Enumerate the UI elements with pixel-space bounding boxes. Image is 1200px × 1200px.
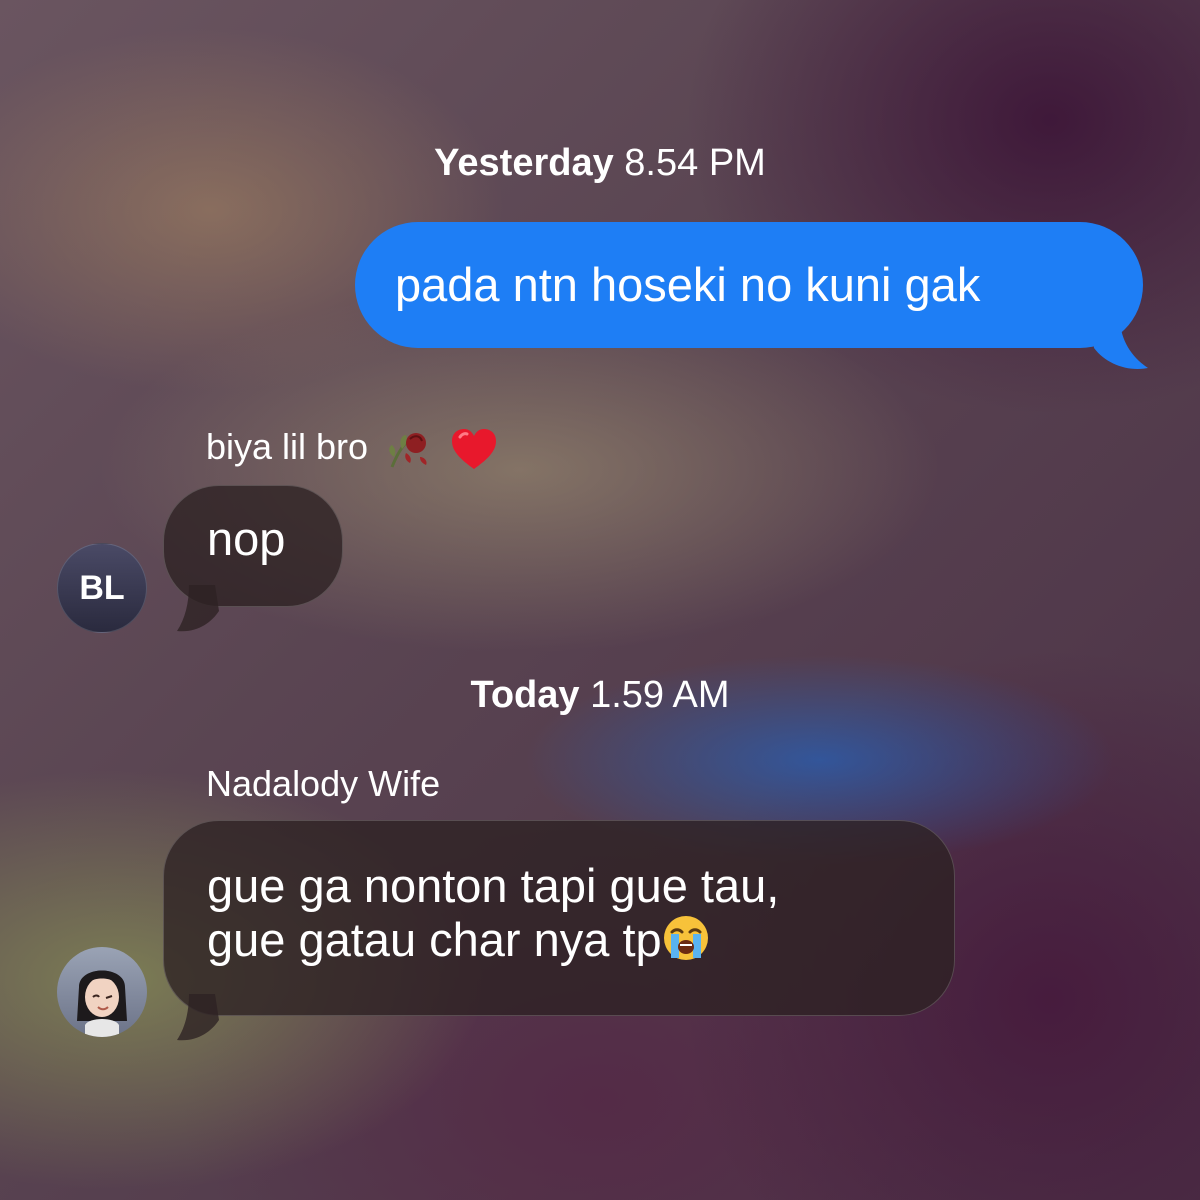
sender-name-row: Nadalody Wife xyxy=(206,764,440,804)
message-text-line: gue ga nonton tapi gue tau, xyxy=(207,859,780,912)
wilted-rose-emoji xyxy=(389,433,427,469)
sender-name-row: biya lil bro xyxy=(206,427,498,471)
message-text: pada ntn hoseki no kuni gak xyxy=(395,258,981,311)
timestamp-day: Yesterday xyxy=(434,142,614,184)
message-text-line: gue gatau char nya tp xyxy=(207,913,662,966)
memoji-avatar[interactable] xyxy=(57,947,147,1037)
outgoing-message-bubble[interactable]: pada ntn hoseki no kuni gak xyxy=(355,222,1143,348)
avatar[interactable]: BL xyxy=(57,543,147,633)
timestamp-divider-today: Today 1.59 AM xyxy=(0,674,1200,717)
timestamp-day: Today xyxy=(470,674,580,716)
memoji-face-icon xyxy=(77,970,127,1037)
incoming-bubble-tail xyxy=(177,585,219,632)
timestamp-time: 1.59 AM xyxy=(590,674,730,716)
sender-name: Nadalody Wife xyxy=(206,763,441,804)
incoming-bubble-tail xyxy=(177,994,219,1041)
message-text: nop xyxy=(207,512,286,565)
sender-name: biya lil bro xyxy=(206,426,369,467)
loudly-crying-face-emoji xyxy=(663,916,708,960)
avatar-initials: BL xyxy=(79,569,125,607)
red-heart-emoji xyxy=(452,429,497,470)
incoming-message-bubble[interactable]: gue ga nonton tapi gue tau, gue gatau ch… xyxy=(163,820,955,1016)
outgoing-bubble-tail xyxy=(1090,318,1148,370)
timestamp-divider-yesterday: Yesterday 8.54 PM xyxy=(0,142,1200,185)
message-text-line-with-emoji: gue gatau char nya tp xyxy=(207,913,954,967)
timestamp-time: 8.54 PM xyxy=(624,142,766,184)
